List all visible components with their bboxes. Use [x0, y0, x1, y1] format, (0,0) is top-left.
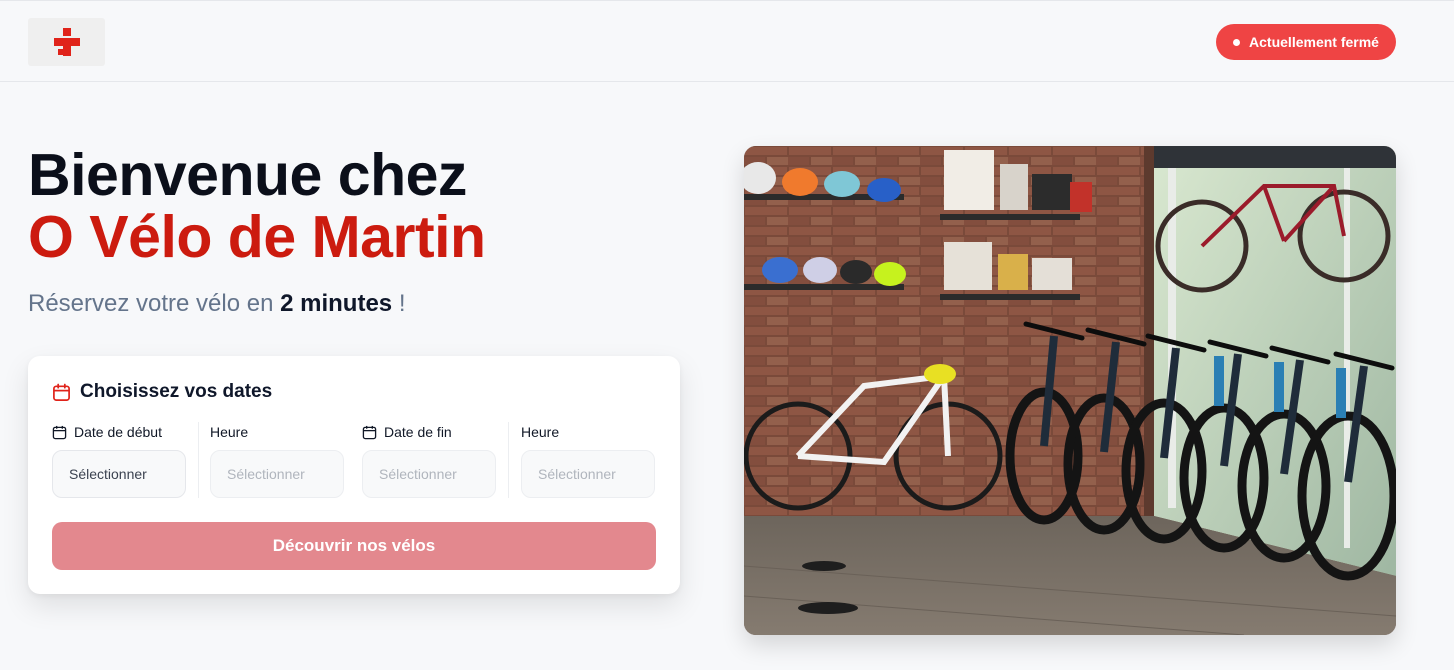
start-date-placeholder: Sélectionner: [69, 466, 147, 482]
start-date-label-text: Date de début: [74, 424, 162, 440]
booking-title-text: Choisissez vos dates: [80, 381, 273, 402]
calendar-icon: [362, 425, 377, 439]
booking-card-title: Choisissez vos dates: [52, 381, 272, 403]
calendar-icon: [53, 383, 70, 401]
start-time-field: Heure Sélectionner: [210, 422, 344, 498]
status-label: Actuellement fermé: [1249, 34, 1379, 50]
field-divider: [508, 422, 509, 498]
end-date-label-text: Date de fin: [384, 424, 452, 440]
tagline-suffix: !: [398, 290, 406, 317]
discover-bikes-label: Découvrir nos vélos: [272, 536, 436, 555]
status-badge: Actuellement fermé: [1216, 24, 1396, 60]
end-time-label-text: Heure: [521, 424, 560, 440]
booking-card: Choisissez vos dates Date de début Sélec…: [28, 356, 680, 594]
tagline-prefix: Réservez votre vélo en: [28, 290, 274, 317]
end-date-input[interactable]: Sélectionner: [362, 450, 496, 498]
calendar-icon: [52, 425, 67, 439]
start-date-field: Date de début Sélectionner: [52, 422, 186, 498]
end-time-field: Heure Sélectionner: [521, 422, 655, 498]
status-dot-icon: [1233, 38, 1241, 46]
end-date-placeholder: Sélectionner: [379, 466, 457, 482]
hero-title-line2: O Vélo de Martin: [28, 204, 486, 270]
discover-bikes-button[interactable]: Découvrir nos vélos: [52, 522, 656, 570]
end-time-input[interactable]: Sélectionner: [521, 450, 655, 498]
cross-logo-icon: [53, 28, 80, 56]
end-date-field: Date de fin Sélectionner: [362, 422, 496, 498]
tagline-emphasis: 2 minutes: [280, 290, 393, 317]
field-divider: [198, 422, 199, 498]
start-date-input[interactable]: Sélectionner: [52, 450, 186, 498]
start-date-label: Date de début: [52, 422, 186, 442]
shop-logo[interactable]: [28, 18, 105, 66]
end-time-label: Heure: [521, 422, 655, 442]
top-header: Actuellement fermé: [0, 0, 1454, 82]
start-time-input[interactable]: Sélectionner: [210, 450, 344, 498]
hero-title: Bienvenue chez O Vélo de Martin: [28, 144, 668, 268]
hero-tagline: Réservez votre vélo en 2 minutes !: [28, 290, 406, 318]
start-time-label-text: Heure: [210, 424, 249, 440]
end-time-placeholder: Sélectionner: [538, 466, 616, 482]
end-date-label: Date de fin: [362, 422, 496, 442]
hero-title-line1: Bienvenue chez: [28, 142, 467, 208]
start-time-label: Heure: [210, 422, 344, 442]
start-time-placeholder: Sélectionner: [227, 466, 305, 482]
shop-photo: [744, 146, 1396, 635]
bike-shop-image: [744, 146, 1396, 635]
